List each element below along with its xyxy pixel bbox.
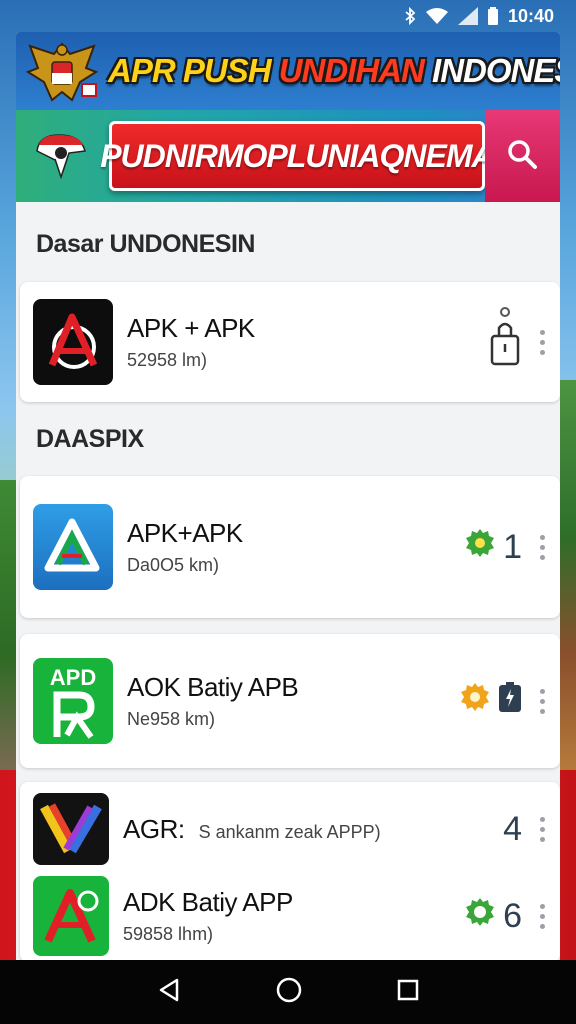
garuda-emblem-icon bbox=[24, 36, 100, 106]
app-size: Ne958 km) bbox=[127, 709, 216, 729]
app-name: APK + APK bbox=[127, 313, 255, 343]
app-name: AOK Batiy APB bbox=[127, 672, 299, 702]
app-window: APR PUSH UNDIHAN INDONESIA PUDNIRMOPLUNI… bbox=[16, 32, 560, 962]
app-icon-label: APD bbox=[49, 665, 97, 690]
wifi-icon bbox=[425, 8, 448, 24]
app-icon bbox=[33, 876, 109, 956]
update-count: 4 bbox=[503, 809, 522, 848]
recents-square-icon[interactable] bbox=[397, 979, 419, 1006]
search-icon bbox=[506, 138, 538, 175]
green-refresh-icon[interactable] bbox=[465, 897, 495, 936]
signal-icon bbox=[457, 7, 478, 25]
app-size: S ankanm zeak APPP) bbox=[198, 821, 381, 842]
section-title: DAASPIX bbox=[36, 425, 144, 453]
search-bar: PUDNIRMOPLUNIAQNEMA bbox=[16, 110, 560, 202]
update-count: 1 bbox=[503, 527, 522, 566]
app-icon: APD bbox=[33, 658, 113, 744]
bluetooth-icon bbox=[404, 7, 416, 25]
lock-icon[interactable] bbox=[488, 306, 522, 379]
back-triangle-icon[interactable] bbox=[157, 978, 181, 1007]
overflow-menu-icon[interactable] bbox=[530, 816, 554, 842]
app-name: AGR: bbox=[123, 813, 185, 844]
list-item[interactable]: APK+APK Da0O5 km) 1 bbox=[20, 492, 560, 602]
overflow-menu-icon[interactable] bbox=[530, 329, 554, 355]
app-banner: APR PUSH UNDIHAN INDONESIA bbox=[16, 32, 560, 110]
app-icon bbox=[33, 793, 109, 865]
list-item[interactable]: ADK Batiy APP 59858 lhm) 6 bbox=[20, 866, 560, 962]
battery-charge-icon[interactable] bbox=[498, 681, 522, 721]
app-card: APK+APK Da0O5 km) 1 bbox=[20, 476, 560, 618]
list-item[interactable]: APD AOK Batiy APB Ne958 km) bbox=[20, 646, 560, 756]
app-card: APD AOK Batiy APB Ne958 km) bbox=[20, 634, 560, 768]
overflow-menu-icon[interactable] bbox=[530, 688, 554, 714]
home-circle-icon[interactable] bbox=[276, 977, 302, 1008]
green-gear-icon[interactable] bbox=[465, 528, 495, 567]
status-time: 10:40 bbox=[507, 5, 554, 26]
app-name: APK+APK bbox=[127, 518, 243, 548]
search-input[interactable]: PUDNIRMOPLUNIAQNEMA bbox=[100, 121, 495, 191]
banner-title: APR PUSH UNDIHAN INDONESIA bbox=[108, 52, 560, 89]
app-icon bbox=[33, 299, 113, 385]
app-size: Da0O5 km) bbox=[127, 555, 220, 575]
app-size: 59858 lhm) bbox=[123, 924, 214, 944]
overflow-menu-icon[interactable] bbox=[530, 903, 554, 929]
app-name: ADK Batiy APP bbox=[123, 887, 293, 917]
system-nav-bar bbox=[0, 960, 576, 1024]
update-count: 6 bbox=[503, 896, 522, 935]
list-item[interactable]: APK + APK 52958 lm) bbox=[20, 287, 560, 397]
orange-gear-icon[interactable] bbox=[460, 682, 490, 721]
map-pin-flag-icon[interactable] bbox=[16, 110, 105, 202]
app-card: APK + APK 52958 lm) bbox=[20, 282, 560, 402]
status-bar: 10:40 bbox=[0, 0, 576, 32]
battery-icon bbox=[487, 7, 498, 25]
app-icon bbox=[33, 504, 113, 590]
app-card: AGR: S ankanm zeak APPP) 4 ADK Batiy APP… bbox=[20, 782, 560, 962]
app-size: 52958 lm) bbox=[127, 350, 208, 370]
section-title: Dasar UNDONESIN bbox=[36, 230, 255, 258]
search-button[interactable] bbox=[484, 110, 560, 202]
overflow-menu-icon[interactable] bbox=[530, 534, 554, 560]
